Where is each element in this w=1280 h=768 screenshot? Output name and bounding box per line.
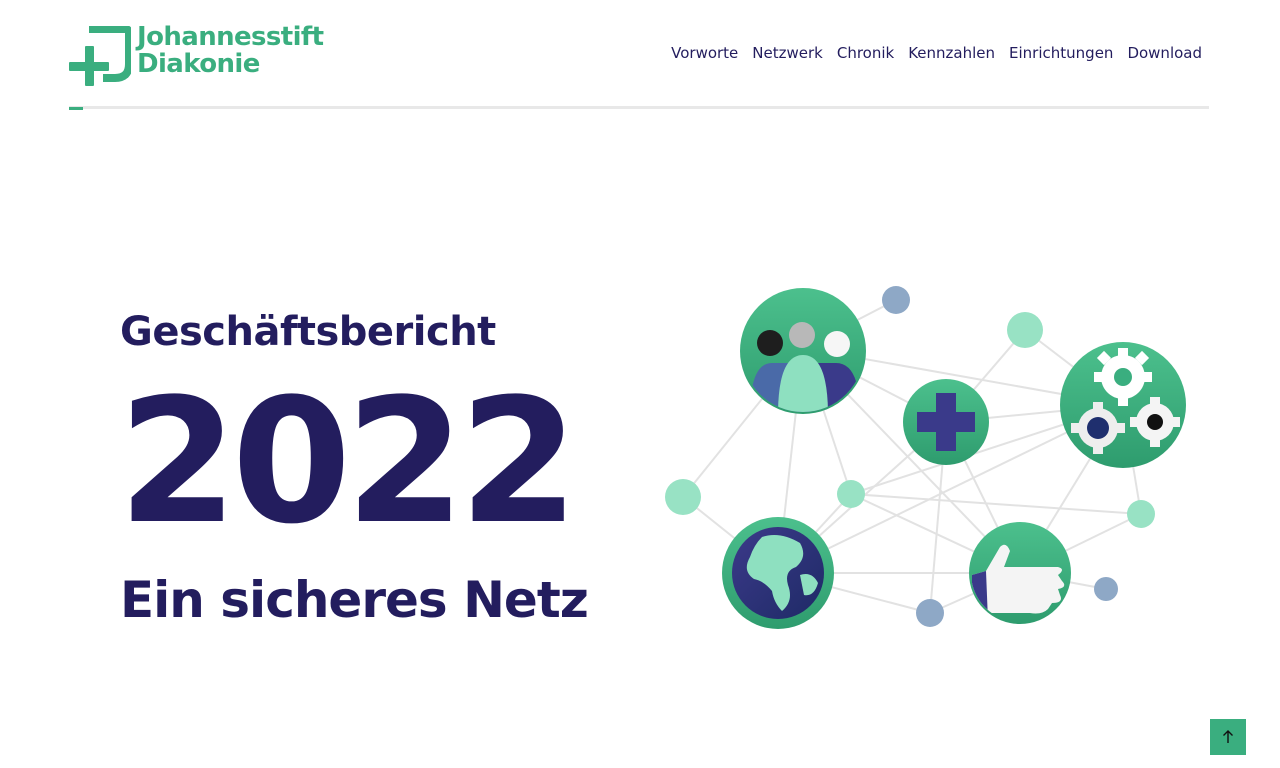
network-node-small — [1094, 577, 1118, 601]
network-node-small — [837, 480, 865, 508]
scroll-progress-indicator — [69, 107, 83, 110]
network-node-small — [882, 286, 910, 314]
network-graphic — [665, 286, 1186, 629]
globe-icon — [722, 517, 834, 629]
network-node-small — [1127, 500, 1155, 528]
header-divider — [69, 106, 1209, 109]
network-illustration — [650, 275, 1210, 645]
nav-item-netzwerk[interactable]: Netzwerk — [752, 44, 823, 62]
main-nav: Vorworte Netzwerk Chronik Kennzahlen Ein… — [671, 44, 1202, 62]
people-icon — [740, 288, 866, 414]
network-node-small — [665, 479, 701, 515]
gears-icon — [1060, 342, 1186, 468]
hero-title-block: Geschäftsbericht 2022 Ein sicheres Netz — [118, 300, 600, 632]
logo-cross-icon — [69, 26, 131, 86]
logo-wordmark: Johannesstift Diakonie — [137, 22, 324, 79]
nav-item-einrichtungen[interactable]: Einrichtungen — [1009, 44, 1113, 62]
network-node-small — [1007, 312, 1043, 348]
nav-item-vorworte[interactable]: Vorworte — [671, 44, 738, 62]
nav-item-chronik[interactable]: Chronik — [837, 44, 894, 62]
nav-item-download[interactable]: Download — [1127, 44, 1202, 62]
hero-year: 2022 — [118, 361, 579, 562]
logo-line-2: Diakonie — [137, 49, 260, 79]
logo[interactable]: Johannesstift Diakonie — [69, 22, 339, 88]
hero-subtitle: Geschäftsbericht — [120, 309, 496, 355]
hand-icon — [969, 522, 1071, 624]
arrow-up-icon — [1223, 730, 1233, 743]
network-node-small — [916, 599, 944, 627]
cross-icon — [903, 379, 989, 465]
hero-tagline: Ein sicheres Netz — [120, 571, 589, 629]
nav-item-kennzahlen[interactable]: Kennzahlen — [908, 44, 995, 62]
back-to-top-button[interactable] — [1210, 719, 1246, 755]
site-header: Johannesstift Diakonie Vorworte Netzwerk… — [69, 0, 1209, 110]
logo-line-1: Johannesstift — [137, 22, 324, 52]
